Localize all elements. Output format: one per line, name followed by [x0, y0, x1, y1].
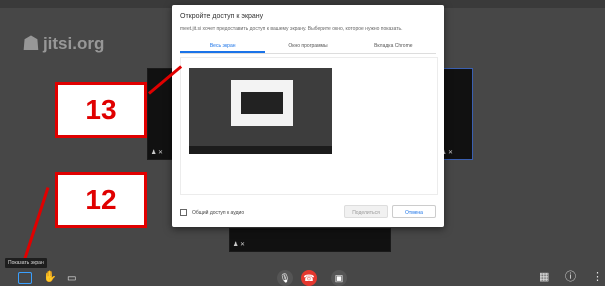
share-audio-checkbox[interactable] [180, 209, 187, 216]
share-audio-option[interactable]: Общий доступ к аудио [180, 209, 244, 216]
annotation-badge-13: 13 [55, 82, 147, 138]
tile-status-icon: ♟ ✕ [151, 150, 164, 156]
tab-entire-screen[interactable]: Весь экран [180, 39, 266, 53]
chat-icon[interactable]: ▭ [67, 273, 76, 284]
tab-chrome-tab[interactable]: Вкладка Chrome [351, 39, 436, 53]
screen-thumbnail[interactable] [189, 68, 332, 154]
microphone-muted-icon[interactable]: 🎙 [277, 270, 293, 286]
cancel-button[interactable]: Отмена [392, 205, 436, 218]
thumbnail-window-content [241, 92, 283, 114]
share-screen-dialog: Откройте доступ к экрану meet.jit.si хоч… [172, 5, 444, 227]
thumbnail-taskbar [189, 146, 332, 154]
screen-share-tooltip: Показать экран [5, 258, 47, 268]
share-tabs: Весь экран Окно программы Вкладка Chrome [180, 39, 436, 54]
tile-status-icon: ♟ ✕ [233, 242, 246, 248]
camera-muted-icon[interactable]: ▣ [331, 270, 347, 286]
dialog-subtitle: meet.jit.si хочет предоставить доступ к … [180, 26, 403, 32]
tile-view-icon[interactable]: ▦ [539, 272, 549, 283]
jitsi-person-icon: ☗ [22, 33, 40, 55]
annotation-badge-12: 12 [55, 172, 147, 228]
logo-text: jitsi.org [42, 34, 105, 53]
more-options-icon[interactable]: ⋮ [592, 272, 603, 283]
share-audio-label: Общий доступ к аудио [192, 209, 245, 216]
screen-share-icon[interactable] [18, 272, 32, 284]
raise-hand-icon[interactable]: ✋ [43, 272, 57, 283]
info-icon[interactable]: ⓘ [565, 272, 576, 283]
dialog-title: Откройте доступ к экрану [180, 13, 264, 20]
participant-tile[interactable]: ♟ ✕ [229, 228, 391, 252]
share-button[interactable]: Поделиться [344, 205, 388, 218]
jitsi-logo[interactable]: ☗ jitsi.org [22, 34, 104, 54]
source-list [180, 57, 438, 195]
hangup-icon[interactable]: ☎ [301, 270, 317, 286]
tab-application-window[interactable]: Окно программы [265, 39, 350, 53]
thumbnail-window [231, 80, 293, 126]
annotation-arrow-12 [21, 187, 50, 265]
